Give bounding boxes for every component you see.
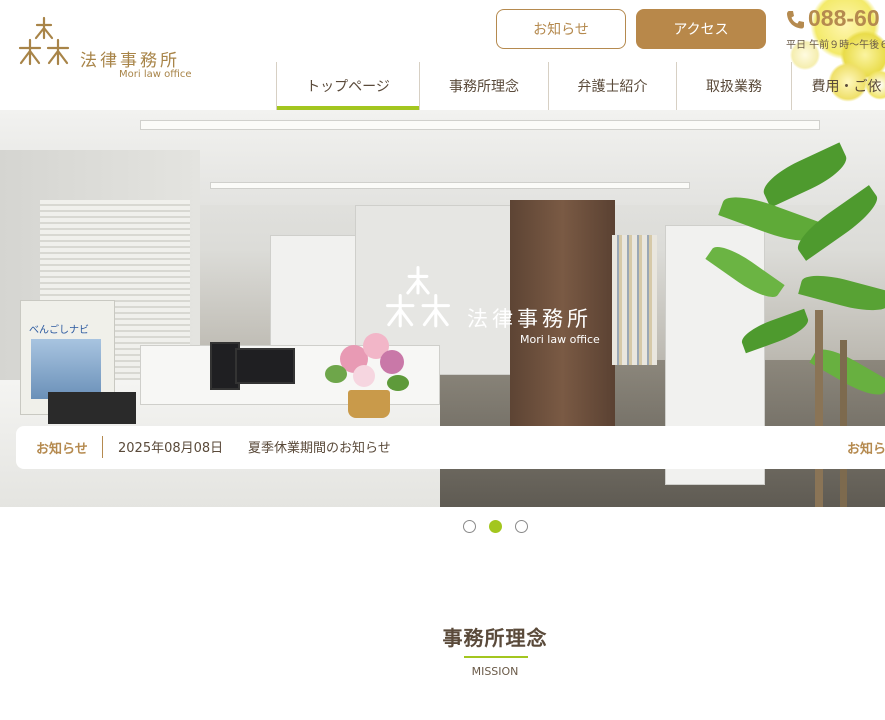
phone-icon [787,11,804,29]
section-title: 事務所理念 [442,626,548,650]
hero-logo: 法律事務所 Mori law office [380,265,620,355]
section-underline [464,656,528,658]
hero-logo-subtitle: Mori law office [520,333,600,346]
nav-item-label: トップページ [306,79,390,95]
nav-item-label: 取扱業務 [706,79,762,95]
nav-item-practice-areas[interactable]: 取扱業務 [676,62,791,110]
news-divider [102,436,103,458]
nav-item-lawyers[interactable]: 弁護士紹介 [548,62,676,110]
hero-logo-name: 法律事務所 [467,307,592,331]
site-header: 法律事務所 Mori law office お知らせ アクセス 088-60 平… [0,0,885,110]
nav-item-label: 費用・ご依 [811,79,882,95]
nav-item-label: 事務所理念 [449,79,519,95]
book-cover-image [31,339,101,399]
news-list-link[interactable]: お知ら [847,438,885,457]
carousel-dot[interactable] [463,520,476,533]
tree-logo-icon [386,266,450,328]
section-subtitle: MISSION [471,665,519,678]
book-title: べんごしナビ [29,325,89,336]
flower-basket [348,390,390,418]
black-box [48,392,136,424]
news-ticker: お知らせ 2025年08月08日 夏季休業期間のお知らせ お知ら [16,426,885,469]
main-nav: トップページ 事務所理念 弁護士紹介 取扱業務 費用・ご依 [276,62,885,110]
ceiling-light [140,120,820,130]
ceiling-light [210,182,690,189]
carousel-dots [463,520,528,533]
business-hours: 平日 午前９時～午後６ [786,40,885,51]
logo-name: 法律事務所 [80,51,180,71]
news-tag: お知らせ [36,442,88,457]
laptop [235,348,295,384]
nav-item-fees[interactable]: 費用・ご依 [791,62,885,110]
news-date: 2025年08月08日 [118,441,224,456]
access-button[interactable]: アクセス [636,9,766,49]
phone-number[interactable]: 088-60 [808,5,880,32]
nav-item-mission[interactable]: 事務所理念 [419,62,548,110]
news-button[interactable]: お知らせ [496,9,626,49]
nav-item-label: 弁護士紹介 [577,79,648,95]
nav-item-top[interactable]: トップページ [276,62,419,110]
carousel-dot-active[interactable] [489,520,502,533]
news-item-link[interactable]: 夏季休業期間のお知らせ [248,437,391,456]
carousel-dot[interactable] [515,520,528,533]
logo-subtitle: Mori law office [119,69,192,80]
tree-logo-icon [18,16,70,66]
site-logo[interactable]: 法律事務所 Mori law office [16,16,192,80]
